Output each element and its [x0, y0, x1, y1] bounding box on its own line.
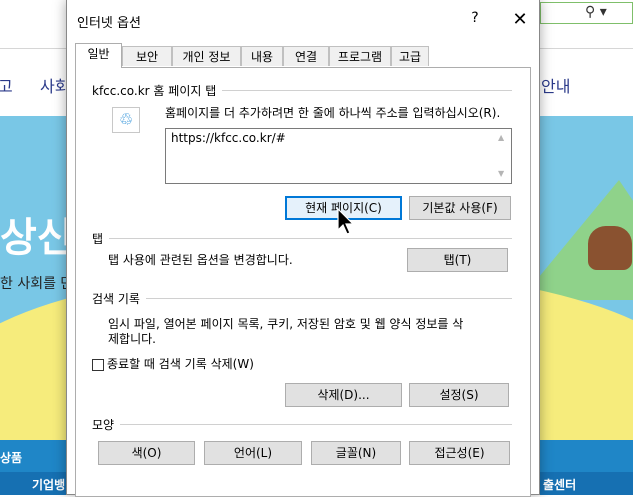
search-icon[interactable]: ⚲ ▾: [585, 4, 607, 20]
colors-button[interactable]: 색(O): [98, 441, 195, 465]
fonts-button[interactable]: 글꼴(N): [311, 441, 401, 465]
tab-programs[interactable]: 프로그램: [329, 46, 391, 66]
footer-link-center[interactable]: 출센터: [543, 476, 576, 493]
accessibility-button[interactable]: 접근성(E): [409, 441, 510, 465]
tabs-description: 탭 사용에 관련된 옵션을 변경합니다.: [108, 253, 293, 267]
close-icon[interactable]: ✕: [505, 8, 535, 34]
homepage-instruction: 홈페이지를 더 추가하려면 한 줄에 하나씩 주소를 입력하십시오(R).: [165, 106, 501, 120]
internet-options-dialog: 인터넷 옵션 ? ✕ 일반 보안 개인 정보 내용 연결 프로그램 고급 kfc…: [66, 0, 540, 497]
address-bar[interactable]: ⚲ ▾: [540, 2, 633, 24]
nav-item-partial-left[interactable]: 고: [0, 73, 13, 97]
general-tab-panel: kfcc.co.kr 홈 페이지 탭 ♲ 홈페이지를 더 추가하려면 한 줄에 …: [75, 67, 531, 497]
dialog-title: 인터넷 옵션: [77, 16, 141, 31]
homepage-group-label: kfcc.co.kr 홈 페이지 탭: [92, 82, 223, 99]
homepage-icon: ♲: [112, 107, 140, 133]
nav-item-guide[interactable]: 안내: [541, 73, 570, 97]
mouse-cursor-icon: [337, 208, 355, 235]
divider: [92, 238, 512, 239]
homepage-url-input[interactable]: https://kfcc.co.kr/# ▲ ▼: [165, 128, 512, 184]
divider: [92, 424, 512, 425]
divider: [92, 298, 512, 299]
delete-on-exit-label[interactable]: 종료할 때 검색 기록 삭제(W): [107, 356, 254, 373]
history-group-label: 검색 기록: [92, 290, 146, 307]
tab-advanced[interactable]: 고급: [391, 46, 429, 66]
tab-connections[interactable]: 연결: [283, 46, 329, 66]
history-description-line2: 제합니다.: [108, 332, 156, 346]
hero-subtext: 한 사회를 만: [0, 276, 74, 292]
tabs-group-label: 탭: [92, 230, 110, 247]
appearance-group-label: 모양: [92, 416, 121, 433]
footer-link-products[interactable]: 상품: [0, 449, 22, 466]
horse-illustration: [588, 226, 632, 270]
footer-link-corporate[interactable]: 기업뱅: [32, 476, 65, 493]
use-default-button[interactable]: 기본값 사용(F): [409, 196, 511, 220]
dialog-titlebar[interactable]: 인터넷 옵션 ? ✕: [67, 0, 539, 40]
tab-security[interactable]: 보안: [122, 46, 172, 66]
textarea-scrollbar[interactable]: ▲ ▼: [495, 129, 511, 183]
help-icon[interactable]: ?: [463, 10, 487, 32]
scroll-up-icon[interactable]: ▲: [498, 133, 504, 142]
tabs-settings-button[interactable]: 탭(T): [407, 248, 508, 272]
delete-on-exit-checkbox[interactable]: [92, 359, 104, 371]
delete-history-button[interactable]: 삭제(D)...: [285, 383, 402, 407]
tab-privacy[interactable]: 개인 정보: [172, 46, 241, 66]
scroll-down-icon[interactable]: ▼: [498, 169, 504, 178]
history-settings-button[interactable]: 설정(S): [409, 383, 509, 407]
tab-general[interactable]: 일반: [75, 43, 122, 68]
tab-content[interactable]: 내용: [241, 46, 283, 66]
homepage-url-value: https://kfcc.co.kr/#: [171, 131, 286, 145]
history-description-line1: 임시 파일, 열어본 페이지 목록, 쿠키, 저장된 암호 및 웹 양식 정보를…: [108, 317, 464, 331]
hero-headline: 상신: [0, 215, 74, 261]
languages-button[interactable]: 언어(L): [204, 441, 302, 465]
